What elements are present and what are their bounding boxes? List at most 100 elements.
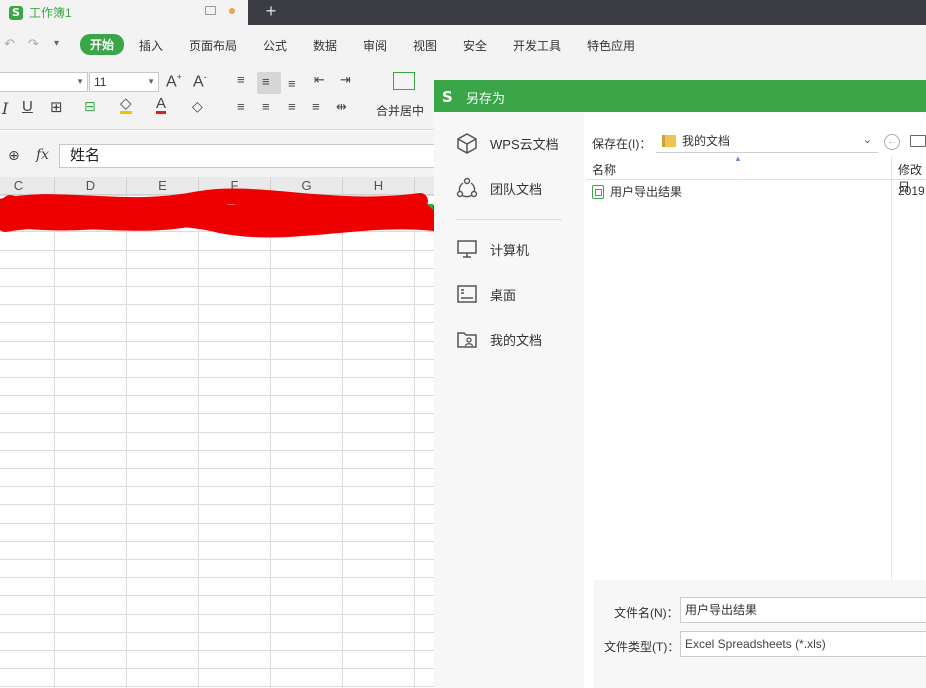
save-as-dialog: S 另存为 WPS云文档 团队文档 计算机 桌面 我的文档 保存在(I)： 我的…: [434, 80, 926, 688]
row-gridline: [0, 614, 434, 615]
new-folder-icon[interactable]: [910, 135, 926, 147]
align-top-icon[interactable]: ≡: [237, 72, 245, 87]
redaction-scribble: [0, 188, 434, 238]
save-in-value: 我的文档: [682, 134, 731, 148]
column-gridline: [270, 195, 271, 688]
list-item[interactable]: 用户导出结果: [592, 183, 682, 200]
row-gridline: [0, 504, 434, 505]
menu-data[interactable]: 数据: [313, 37, 337, 54]
fx-icon[interactable]: fx: [36, 147, 49, 163]
sidebar-item-label: 计算机: [490, 242, 530, 258]
row-gridline: [0, 432, 434, 433]
increase-indent-icon[interactable]: ⇥: [340, 72, 351, 88]
filetype-select[interactable]: Excel Spreadsheets (*.xls): [680, 631, 926, 657]
user-folder-icon: [457, 332, 477, 348]
desktop-icon: [457, 285, 477, 303]
underline-icon[interactable]: U: [22, 98, 33, 115]
menu-developer[interactable]: 开发工具: [513, 37, 561, 54]
formula-bar: ⊕ fx 姓名: [0, 131, 439, 177]
borders-icon[interactable]: ⊞: [50, 98, 63, 116]
cube-icon: [457, 133, 477, 154]
distributed-align-icon[interactable]: ⇹: [336, 99, 347, 115]
computer-icon: [457, 240, 477, 258]
save-in-select[interactable]: 我的文档 ⌄: [656, 129, 878, 153]
spreadsheet-grid[interactable]: C D E F G H 信息采抓 记录: [0, 177, 434, 688]
clear-format-icon[interactable]: ◇: [192, 98, 203, 115]
font-name-select[interactable]: ▼: [0, 72, 88, 92]
menu-special[interactable]: 特色应用: [587, 37, 635, 54]
sidebar-item-wps-cloud[interactable]: WPS云文档: [456, 129, 559, 157]
redo-icon[interactable]: ↷: [28, 36, 39, 52]
font-color-icon[interactable]: A: [156, 96, 167, 114]
menu-view[interactable]: 视图: [413, 37, 437, 54]
menu-page-layout[interactable]: 页面布局: [189, 37, 237, 54]
column-gridline: [54, 195, 55, 688]
italic-icon[interactable]: I: [2, 99, 8, 118]
file-modified-date: 2019: [898, 184, 925, 198]
undo-icon[interactable]: ↶: [4, 36, 15, 52]
file-list[interactable]: ▲ 名称 修改日 用户导出结果: [586, 154, 926, 580]
sidebar-item-my-documents[interactable]: 我的文档: [456, 325, 542, 353]
align-center-icon[interactable]: ≡: [262, 99, 270, 114]
row-gridline: [0, 395, 434, 396]
row-gridline: [0, 286, 434, 287]
fill-color-icon[interactable]: ◇: [120, 96, 132, 114]
menu-bar: ↶ ↷ ▾ 开始 插入 页面布局 公式 数据 审阅 视图 安全 开发工具 特色应…: [0, 25, 926, 64]
menu-security[interactable]: 安全: [463, 37, 487, 54]
row-gridline: [0, 577, 434, 578]
zoom-search-icon[interactable]: ⊕: [8, 147, 20, 164]
column-gridline: [198, 195, 199, 688]
row-gridline: [0, 468, 434, 469]
save-in-label: 保存在(I)：: [592, 137, 652, 151]
justify-icon[interactable]: ≡: [312, 99, 320, 114]
formula-input[interactable]: 姓名: [59, 144, 439, 168]
row-gridline: [0, 486, 434, 487]
cell-style-icon[interactable]: ⊟: [84, 98, 96, 115]
align-right-icon[interactable]: ≡: [288, 99, 296, 114]
menu-home[interactable]: 开始: [80, 34, 125, 55]
sidebar-item-team-docs[interactable]: 团队文档: [456, 174, 542, 202]
filename-label: 文件名(N)：: [614, 606, 679, 620]
column-header-name[interactable]: 名称: [592, 161, 616, 178]
merge-cells-icon[interactable]: [393, 72, 415, 90]
document-tab[interactable]: S 工作簿1: [0, 0, 248, 25]
filetype-label: 文件类型(T)：: [604, 640, 680, 654]
font-size-value: 11: [94, 75, 107, 89]
row-gridline: [0, 268, 434, 269]
menu-insert[interactable]: 插入: [139, 37, 163, 54]
filename-input[interactable]: 用户导出结果: [680, 597, 926, 623]
font-size-select[interactable]: 11 ▼: [89, 72, 159, 92]
row-gridline: [0, 686, 434, 687]
back-arrow-icon[interactable]: ←: [884, 134, 900, 150]
column-gridline: [342, 195, 343, 688]
merge-center-button[interactable]: 合并居中: [376, 102, 424, 119]
sidebar-item-desktop[interactable]: 桌面: [456, 280, 516, 308]
row-gridline: [0, 632, 434, 633]
dialog-title-bar[interactable]: S 另存为: [434, 80, 926, 112]
align-bottom-icon[interactable]: ≡: [288, 76, 296, 91]
column-gridline: [126, 195, 127, 688]
wps-spreadsheet-logo-icon: S: [9, 5, 23, 20]
align-left-icon[interactable]: ≡: [237, 99, 245, 114]
sidebar-item-computer[interactable]: 计算机: [456, 235, 529, 263]
tab-bar: S 工作簿1 +: [0, 0, 926, 25]
new-tab-plus-icon[interactable]: +: [262, 0, 280, 25]
sidebar-divider: [456, 219, 562, 220]
row-gridline: [0, 559, 434, 560]
quick-access-dropdown-icon[interactable]: ▾: [54, 38, 59, 49]
row-gridline: [0, 250, 434, 251]
column-divider[interactable]: [891, 156, 892, 180]
decrease-indent-icon[interactable]: ⇤: [314, 72, 325, 88]
column-gridline: [414, 195, 415, 688]
menu-formulas[interactable]: 公式: [263, 37, 287, 54]
unsaved-dot-icon: [229, 8, 235, 14]
row-gridline: [0, 541, 434, 542]
spreadsheet-file-icon: [592, 184, 604, 199]
menu-review[interactable]: 审阅: [363, 37, 387, 54]
column-divider: [891, 180, 892, 580]
align-middle-icon[interactable]: ≡: [262, 74, 270, 89]
increase-font-icon[interactable]: A+: [166, 72, 182, 91]
decrease-font-icon[interactable]: A-: [193, 72, 207, 91]
monitor-icon[interactable]: [205, 6, 216, 15]
sidebar-item-label: 桌面: [490, 287, 517, 303]
